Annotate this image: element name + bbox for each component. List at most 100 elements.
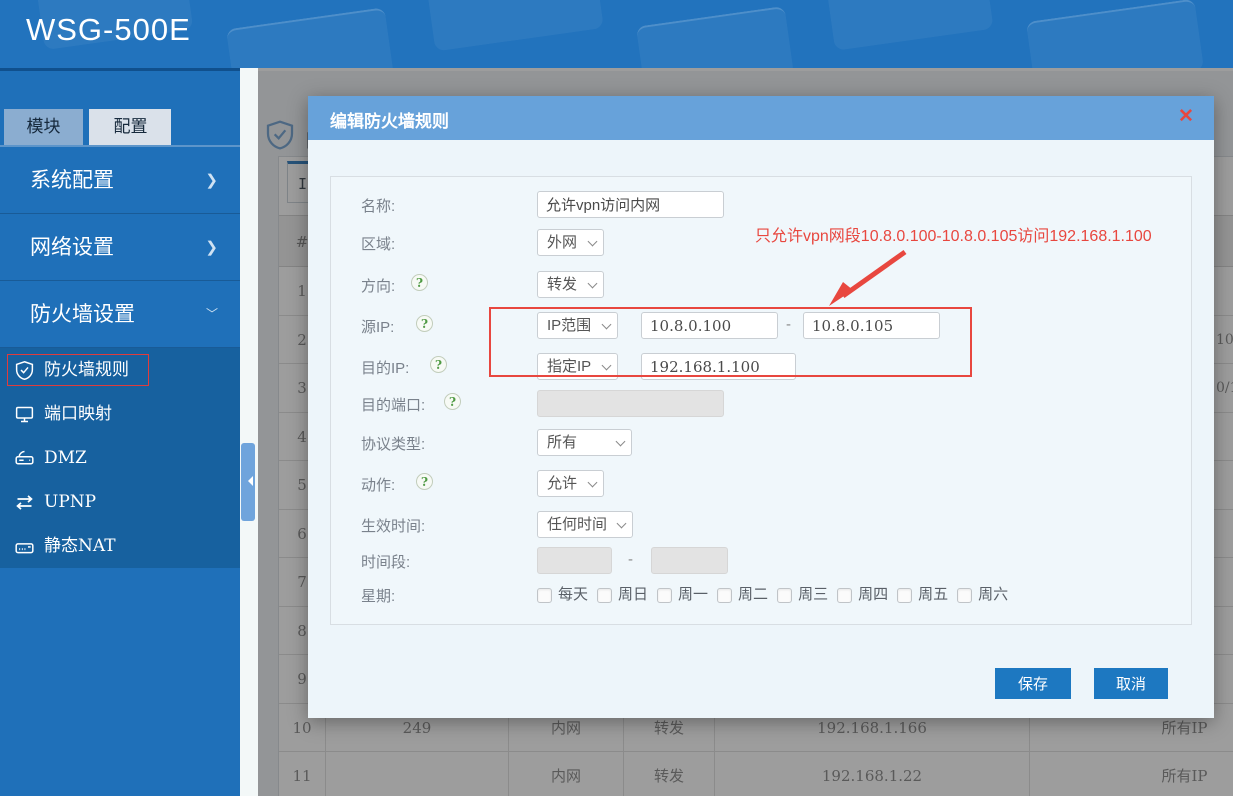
sidebar-tab-config[interactable]: 配置 [89, 109, 172, 145]
sidebar-item-upnp[interactable]: UPNP [0, 480, 240, 524]
protocol-label: 协议类型: [361, 436, 426, 453]
sidebar-gutter [240, 68, 258, 796]
dest-ip-mode-value: 指定IP [547, 358, 592, 375]
day-checkbox[interactable] [957, 587, 973, 603]
router-icon [15, 450, 34, 465]
collapse-left-icon [243, 476, 253, 486]
submenu-label: 端口映射 [44, 404, 112, 424]
chevron-down-icon [601, 360, 612, 371]
shield-check-icon [15, 360, 34, 381]
keyboard-decoration [426, 0, 604, 52]
menu-label: 防火墙设置 [30, 303, 135, 326]
sidebar-item-port-mapping[interactable]: 端口映射 [0, 392, 240, 436]
time-to-input [651, 547, 728, 574]
week-checkbox-group: 每天 周日 周一 周二 周三 周四 周五 周六 [537, 581, 1177, 609]
sidebar-item-static-nat[interactable]: 静态NAT [0, 524, 240, 568]
app-header: WSG-500E [0, 0, 1233, 68]
help-icon[interactable]: ? [411, 274, 428, 291]
dest-ip-input[interactable] [641, 353, 796, 380]
cancel-button[interactable]: 取消 [1094, 668, 1168, 699]
action-value: 允许 [547, 475, 578, 492]
menu-label: 网络设置 [30, 236, 114, 259]
schedule-value: 任何时间 [547, 516, 608, 533]
dest-ip-label: 目的IP: [361, 360, 410, 377]
day-label: 周四 [858, 586, 889, 603]
day-checkbox[interactable] [537, 587, 552, 603]
chevron-down-icon [587, 236, 598, 247]
dialog-title: 编辑防火墙规则 [330, 112, 449, 131]
chevron-down-icon [616, 518, 627, 529]
day-label: 周二 [738, 586, 769, 603]
sidebar-tab-modules[interactable]: 模块 [4, 109, 83, 145]
keyboard-decoration [225, 7, 395, 68]
menu-label: 系统配置 [30, 169, 114, 192]
range-dash: - [786, 316, 791, 333]
dest-port-input [537, 390, 724, 417]
swap-arrows-icon [16, 495, 33, 510]
day-label: 周五 [918, 586, 949, 603]
dest-ip-mode-select[interactable]: 指定IP [537, 353, 618, 380]
annotation-text: 只允许vpn网段10.8.0.100-10.8.0.105访问192.168.1… [755, 228, 1152, 245]
sidebar-item-dmz[interactable]: DMZ [0, 436, 240, 480]
source-ip-mode-value: IP范围 [547, 317, 592, 334]
chevron-right-icon: ❯ [205, 239, 218, 256]
protocol-select[interactable]: 所有 [537, 429, 632, 456]
zone-value: 外网 [547, 234, 578, 251]
chevron-down-icon [601, 319, 612, 330]
close-icon[interactable]: ✕ [1174, 105, 1198, 129]
chevron-down-icon: ﹀ [205, 307, 218, 321]
submenu-label: 防火墙规则 [44, 360, 129, 380]
firewall-submenu: 防火墙规则 端口映射 DMZ UPNP 静态NAT [0, 348, 240, 568]
submenu-label: UPNP [44, 492, 97, 512]
monitor-icon [15, 406, 34, 423]
schedule-label: 生效时间: [361, 518, 426, 535]
day-checkbox[interactable] [897, 587, 913, 603]
keyboard-decoration [635, 5, 795, 68]
submenu-label: DMZ [44, 448, 87, 468]
keyboard-decoration [1025, 0, 1205, 68]
day-checkbox[interactable] [597, 587, 613, 603]
day-label: 周一 [678, 586, 709, 603]
direction-value: 转发 [547, 276, 578, 293]
dialog-header: 编辑防火墙规则 ✕ [308, 96, 1214, 140]
submenu-label: 静态NAT [44, 536, 116, 556]
help-icon[interactable]: ? [444, 393, 461, 410]
help-icon[interactable]: ? [416, 473, 433, 490]
chevron-down-icon [587, 477, 598, 488]
name-label: 名称: [361, 198, 396, 215]
save-button[interactable]: 保存 [995, 668, 1071, 699]
source-ip-to-input[interactable] [803, 312, 940, 339]
sidebar: 模块 配置 系统配置 ❯ 网络设置 ❯ 防火墙设置 ﹀ 防火墙规则 端口映射 D… [0, 68, 240, 796]
day-label: 周三 [798, 586, 829, 603]
sidebar-item-firewall-settings[interactable]: 防火墙设置 ﹀ [0, 281, 240, 348]
schedule-select[interactable]: 任何时间 [537, 511, 633, 538]
name-input[interactable] [537, 191, 724, 218]
week-label: 星期: [361, 588, 396, 605]
direction-select[interactable]: 转发 [537, 271, 604, 298]
day-checkbox[interactable] [777, 587, 793, 603]
zone-select[interactable]: 外网 [537, 229, 604, 256]
sidebar-collapse-handle[interactable] [241, 443, 255, 521]
nat-device-icon [15, 543, 34, 554]
day-checkbox[interactable] [837, 587, 853, 603]
time-from-input [537, 547, 612, 574]
direction-label: 方向: [361, 278, 396, 295]
chevron-right-icon: ❯ [205, 172, 218, 189]
day-label: 周六 [978, 586, 1009, 603]
help-icon[interactable]: ? [416, 315, 433, 332]
source-ip-mode-select[interactable]: IP范围 [537, 312, 618, 339]
action-select[interactable]: 允许 [537, 470, 604, 497]
range-dash: - [628, 551, 633, 568]
help-icon[interactable]: ? [430, 356, 447, 373]
day-checkbox[interactable] [717, 587, 733, 603]
source-ip-from-input[interactable] [641, 312, 778, 339]
sidebar-item-system-config[interactable]: 系统配置 ❯ [0, 147, 240, 214]
sidebar-item-firewall-rules[interactable]: 防火墙规则 [0, 348, 240, 392]
sidebar-item-network-settings[interactable]: 网络设置 ❯ [0, 214, 240, 281]
day-checkbox[interactable] [657, 587, 673, 603]
day-label: 周日 [618, 586, 649, 603]
day-label: 每天 [558, 586, 589, 603]
dest-port-label: 目的端口: [361, 397, 426, 414]
action-label: 动作: [361, 477, 396, 494]
source-ip-label: 源IP: [361, 319, 395, 336]
